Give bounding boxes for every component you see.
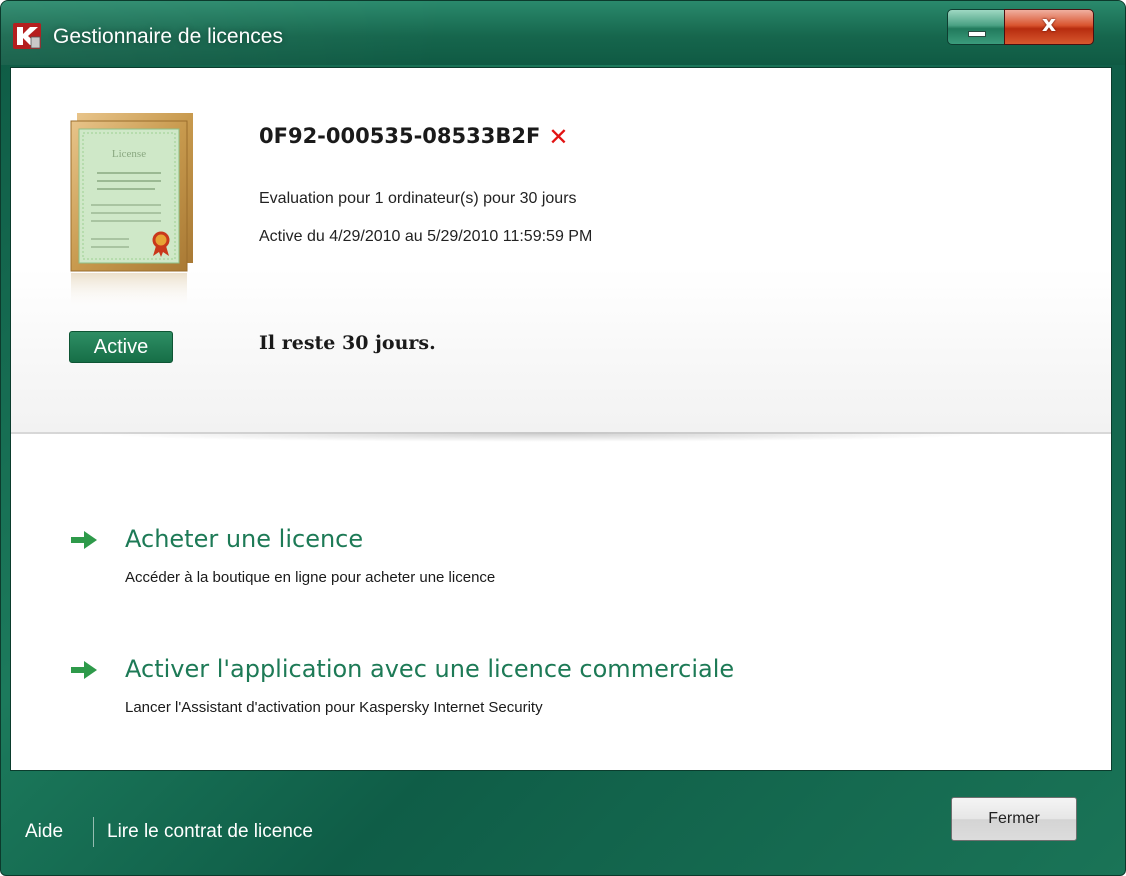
panel-shadow	[91, 434, 991, 442]
activate-license-action[interactable]: Activer l'application avec une licence c…	[71, 655, 971, 725]
minimize-button[interactable]	[947, 9, 1005, 45]
buy-license-action[interactable]: Acheter une licence Accéder à la boutiqu…	[71, 525, 971, 595]
buy-license-link[interactable]: Acheter une licence	[125, 525, 363, 553]
status-badge: Active	[69, 331, 173, 363]
green-arrow-icon	[71, 531, 97, 549]
license-info-panel: License Active 0F92-000535-08533B2F ✕ Eva…	[11, 68, 1111, 432]
buy-license-description: Accéder à la boutique en ligne pour ache…	[125, 569, 496, 586]
minimize-icon	[968, 31, 986, 37]
license-key-text: 0F92-000535-08533B2F	[259, 124, 541, 148]
license-dates-text: Active du 4/29/2010 au 5/29/2010 11:59:5…	[259, 228, 593, 245]
invalid-x-icon[interactable]: ✕	[548, 123, 568, 151]
activate-license-description: Lancer l'Assistant d'activation pour Kas…	[125, 699, 543, 716]
window-close-button[interactable]: x	[1004, 9, 1094, 45]
license-agreement-link[interactable]: Lire le contrat de licence	[107, 821, 313, 843]
window-title: Gestionnaire de licences	[53, 25, 283, 48]
license-certificate-icon: License	[70, 113, 193, 309]
license-manager-window: Gestionnaire de licences x License Activ…	[0, 0, 1126, 876]
help-link[interactable]: Aide	[25, 821, 63, 843]
certificate-caption: License	[112, 148, 146, 160]
footer-bar: Aide Lire le contrat de licence Fermer	[1, 773, 1125, 875]
green-arrow-icon	[71, 661, 97, 679]
kaspersky-logo-icon	[13, 23, 41, 49]
license-key: 0F92-000535-08533B2F ✕	[259, 123, 568, 151]
title-bar[interactable]: Gestionnaire de licences x	[1, 1, 1125, 65]
days-remaining-text: Il reste 30 jours.	[259, 332, 436, 354]
close-icon: x	[1041, 12, 1057, 37]
activate-license-link[interactable]: Activer l'application avec une licence c…	[125, 655, 734, 683]
footer-separator	[93, 817, 94, 847]
license-type-text: Evaluation pour 1 ordinateur(s) pour 30 …	[259, 190, 577, 207]
content-area: License Active 0F92-000535-08533B2F ✕ Eva…	[10, 67, 1112, 771]
close-button[interactable]: Fermer	[951, 797, 1077, 841]
